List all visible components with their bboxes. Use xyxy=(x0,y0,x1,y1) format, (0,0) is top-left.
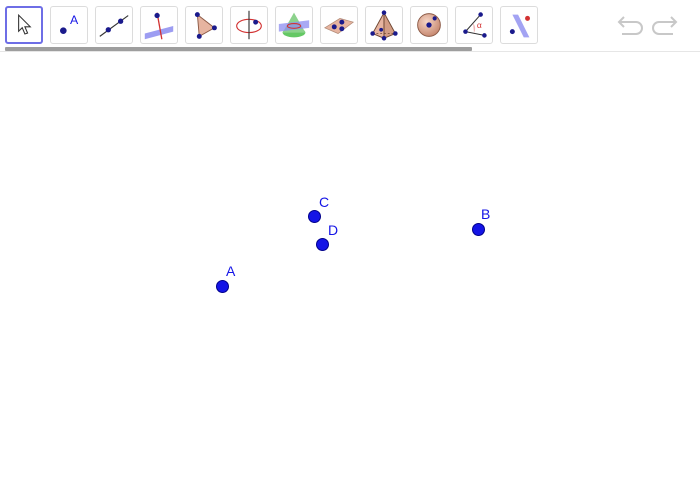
svg-text:α: α xyxy=(477,20,482,30)
intersect-surfaces-tool-button[interactable] xyxy=(275,6,313,44)
line-tool-button[interactable] xyxy=(95,6,133,44)
cursor-arrow-icon xyxy=(18,13,32,35)
point-c[interactable] xyxy=(307,209,321,223)
undo-button[interactable] xyxy=(614,12,644,40)
point-a-icon: A xyxy=(60,13,79,34)
reflect-about-plane-icon xyxy=(509,14,530,38)
point-a-label[interactable]: A xyxy=(226,264,235,278)
plane-tool-button[interactable] xyxy=(320,6,358,44)
pyramid-icon xyxy=(370,10,398,41)
toolbar-scrollbar[interactable] xyxy=(5,47,695,51)
graphics-view-3d[interactable]: C D B A xyxy=(0,52,700,500)
sphere-tool-button[interactable] xyxy=(410,6,448,44)
undo-icon xyxy=(617,16,643,35)
circle-axis-tool-button[interactable] xyxy=(230,6,268,44)
toolbar-scrollbar-thumb[interactable] xyxy=(5,47,472,51)
svg-text:A: A xyxy=(70,13,79,27)
toolbar: A α xyxy=(0,0,700,52)
move-tool-button[interactable] xyxy=(5,6,43,44)
geogebra-3d-app: A α C D B A xyxy=(0,0,700,500)
point-b[interactable] xyxy=(471,222,485,236)
point-a[interactable] xyxy=(215,279,229,293)
triangle-polygon-icon xyxy=(194,12,217,39)
point-d-label[interactable]: D xyxy=(328,223,338,237)
circle-around-axis-icon xyxy=(236,10,262,40)
sphere-center-point-icon xyxy=(417,13,441,37)
angle-tool-button[interactable]: α xyxy=(455,6,493,44)
reflect-tool-button[interactable] xyxy=(500,6,538,44)
point-tool-button[interactable]: A xyxy=(50,6,88,44)
perpendicular-line-tool-button[interactable] xyxy=(140,6,178,44)
redo-icon xyxy=(652,16,678,35)
cone-intersection-icon xyxy=(278,12,310,38)
pyramid-tool-button[interactable] xyxy=(365,6,403,44)
redo-button[interactable] xyxy=(651,12,681,40)
point-b-label[interactable]: B xyxy=(481,207,490,221)
plane-three-points-icon xyxy=(323,17,355,34)
perpendicular-plane-icon xyxy=(144,12,174,40)
line-through-points-icon xyxy=(99,15,129,37)
polygon-tool-button[interactable] xyxy=(185,6,223,44)
point-d[interactable] xyxy=(315,237,329,251)
angle-icon: α xyxy=(463,12,487,38)
point-c-label[interactable]: C xyxy=(319,195,329,209)
